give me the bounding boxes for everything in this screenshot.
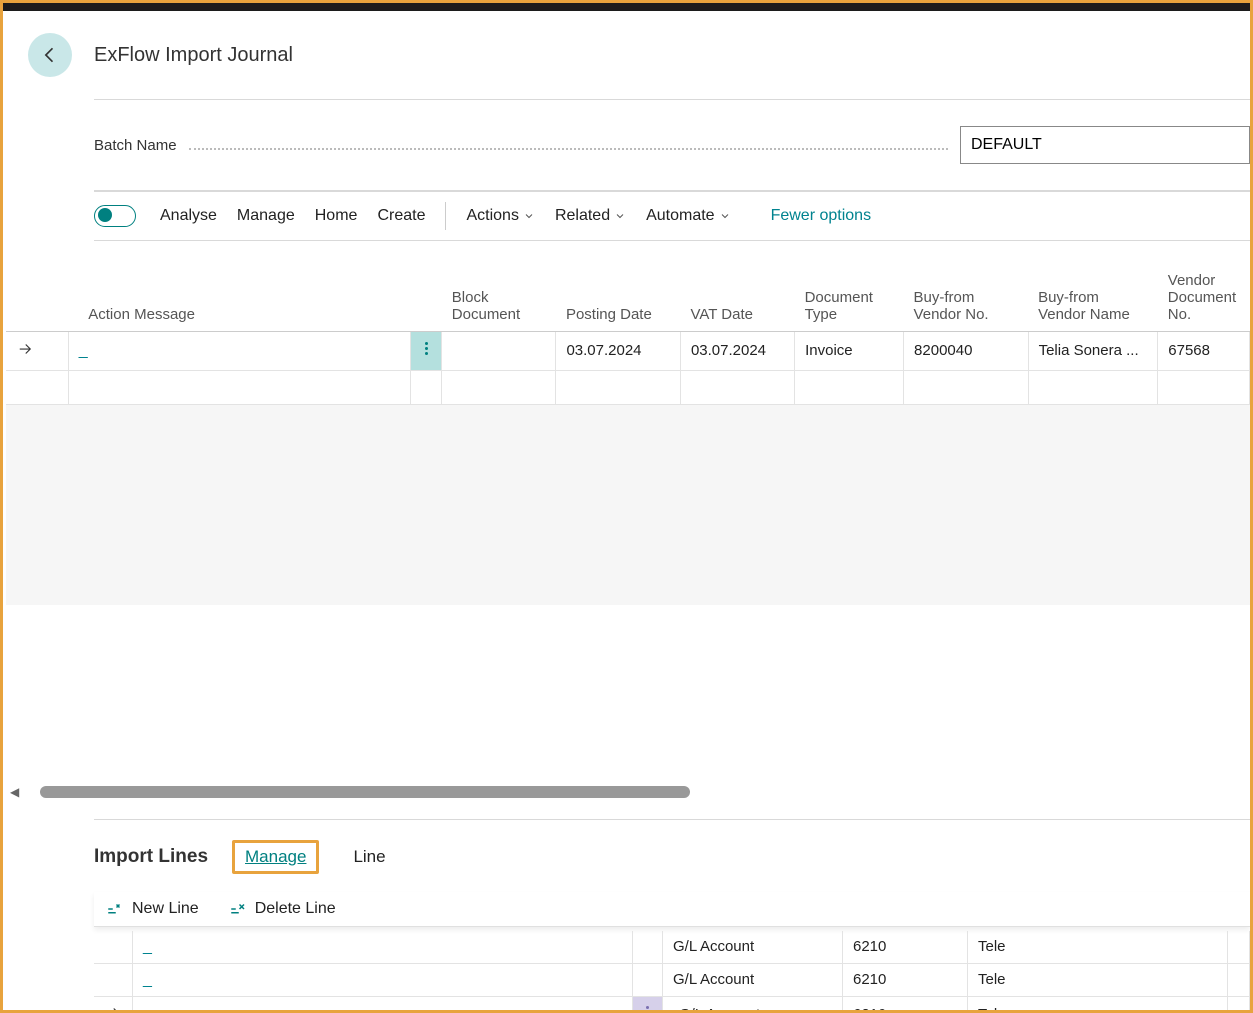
actions-menu[interactable]: Actions	[456, 203, 544, 229]
line-no[interactable]: 6210	[843, 931, 968, 964]
import-lines-table: _ G/L Account 6210 Tele _ G/L Account 62…	[94, 931, 1250, 1013]
line-desc[interactable]: Tele	[968, 996, 1228, 1013]
cell-document-type[interactable]: Invoice	[795, 331, 904, 370]
cell-vendor-doc-no[interactable]: 67568	[1158, 331, 1250, 370]
empty-row	[6, 370, 1250, 404]
delete-line-label: Delete Line	[255, 900, 336, 918]
row-select-arrow[interactable]	[94, 996, 133, 1013]
col-document-type[interactable]: Document Type	[795, 251, 904, 331]
col-action-message[interactable]: Action Message	[68, 251, 410, 331]
batch-name-label: Batch Name	[94, 137, 177, 154]
row-menu-button[interactable]	[411, 331, 442, 370]
create-button[interactable]: Create	[367, 203, 435, 229]
tab-line[interactable]: Line	[343, 843, 395, 871]
chevron-down-icon	[719, 210, 731, 222]
cell-block-document[interactable]	[442, 331, 556, 370]
cell-vat-date[interactable]: 03.07.2024	[680, 331, 794, 370]
import-lines-title: Import Lines	[94, 846, 208, 868]
line-row[interactable]: _ G/L Account 6210 Tele	[94, 963, 1250, 996]
cell-posting-date[interactable]: 03.07.2024	[556, 331, 681, 370]
analyse-toggle[interactable]	[94, 205, 136, 227]
automate-label: Automate	[646, 207, 714, 225]
batch-name-input[interactable]	[960, 126, 1250, 164]
documents-table: Action Message Block Document Posting Da…	[6, 251, 1250, 405]
page-title: ExFlow Import Journal	[94, 44, 293, 67]
related-label: Related	[555, 207, 610, 225]
line-type[interactable]: G/L Account	[663, 996, 843, 1013]
col-vat-date[interactable]: VAT Date	[680, 251, 794, 331]
cell-action-message[interactable]: _	[68, 331, 410, 370]
home-button[interactable]: Home	[305, 203, 368, 229]
line-row[interactable]: _ G/L Account 6210 Tele	[94, 931, 1250, 964]
col-block-document[interactable]: Block Document	[442, 251, 556, 331]
related-menu[interactable]: Related	[545, 203, 636, 229]
line-no[interactable]: 6210	[843, 963, 968, 996]
line-mark[interactable]: _	[133, 931, 633, 964]
col-vendor-doc-no[interactable]: Vendor Document No.	[1158, 251, 1250, 331]
main-scrollbar[interactable]: ◀	[10, 785, 1250, 799]
new-line-icon	[106, 900, 124, 918]
cell-vendor-no[interactable]: 8200040	[904, 331, 1029, 370]
manage-button[interactable]: Manage	[227, 203, 305, 229]
line-desc[interactable]: Tele	[968, 963, 1228, 996]
col-vendor-name[interactable]: Buy-from Vendor Name	[1028, 251, 1158, 331]
line-type[interactable]: G/L Account	[663, 931, 843, 964]
new-line-label: New Line	[132, 900, 199, 918]
line-no[interactable]: 6210	[843, 996, 968, 1013]
cell-vendor-name[interactable]: Telia Sonera ...	[1028, 331, 1158, 370]
document-row[interactable]: _ 03.07.2024 03.07.2024 Invoice 8200040 …	[6, 331, 1250, 370]
back-button[interactable]	[28, 33, 72, 77]
chevron-down-icon	[614, 210, 626, 222]
automate-menu[interactable]: Automate	[636, 203, 740, 229]
line-type[interactable]: G/L Account	[663, 963, 843, 996]
line-menu-button[interactable]	[633, 996, 663, 1013]
analyse-button[interactable]: Analyse	[150, 203, 227, 229]
scroll-left-icon[interactable]: ◀	[10, 785, 24, 799]
line-mark[interactable]: _	[133, 963, 633, 996]
dotted-leader	[189, 140, 948, 150]
chevron-down-icon	[523, 210, 535, 222]
fewer-options-link[interactable]: Fewer options	[761, 203, 882, 229]
line-mark[interactable]: _	[133, 996, 633, 1013]
line-desc[interactable]: Tele	[968, 931, 1228, 964]
line-row-selected[interactable]: _ G/L Account 6210 Tele	[94, 996, 1250, 1013]
col-vendor-no[interactable]: Buy-from Vendor No.	[904, 251, 1029, 331]
delete-line-icon	[229, 900, 247, 918]
actions-label: Actions	[466, 207, 518, 225]
delete-line-button[interactable]: Delete Line	[229, 900, 336, 918]
col-posting-date[interactable]: Posting Date	[556, 251, 681, 331]
new-line-button[interactable]: New Line	[106, 900, 199, 918]
tab-manage[interactable]: Manage	[232, 840, 319, 874]
row-select-arrow[interactable]	[6, 331, 68, 370]
arrow-left-icon	[40, 45, 60, 65]
